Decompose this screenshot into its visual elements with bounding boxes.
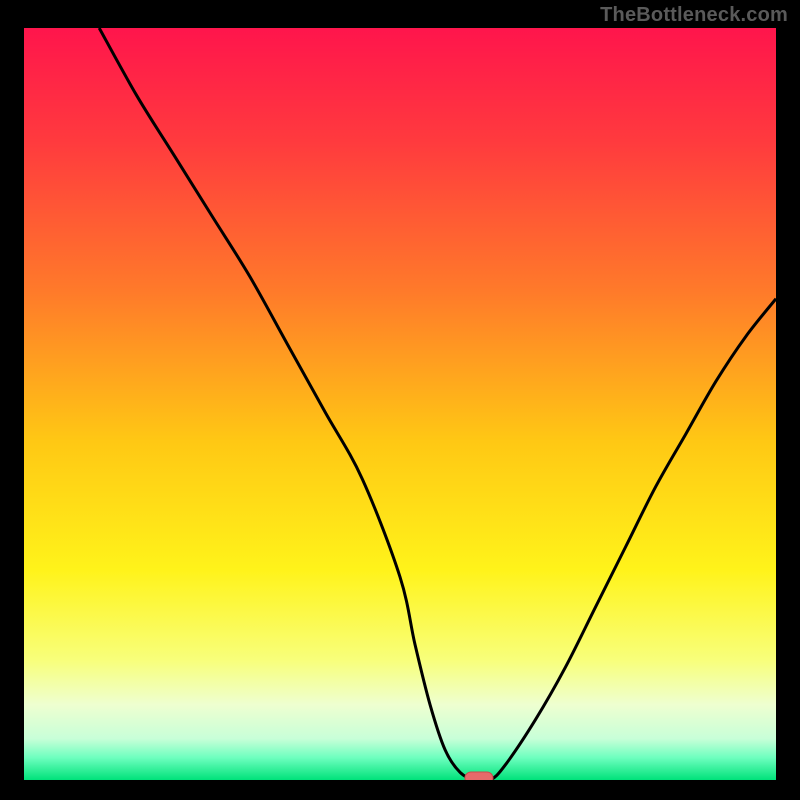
bottleneck-chart [24, 28, 776, 780]
watermark-text: TheBottleneck.com [600, 4, 788, 27]
chart-frame: TheBottleneck.com [0, 0, 800, 800]
gradient-background [24, 28, 776, 780]
plot-area [24, 28, 776, 780]
optimal-marker [465, 772, 493, 780]
